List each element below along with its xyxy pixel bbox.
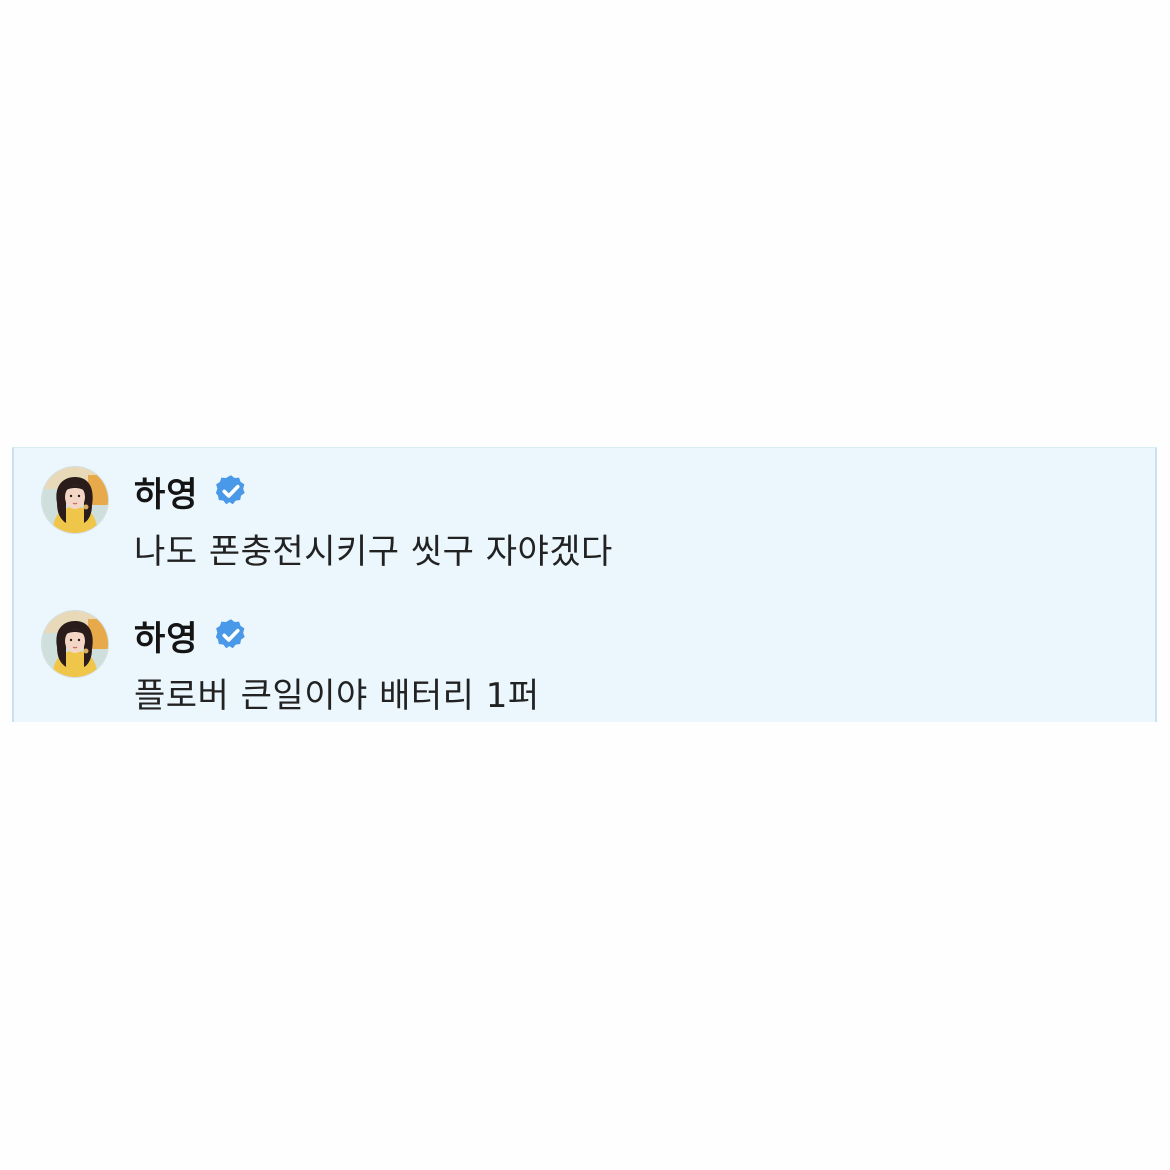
- message-item: 하영 나도 폰충전시키구 씻구 자야겠다: [14, 462, 1155, 592]
- author-row: 하영: [134, 466, 249, 516]
- verified-badge-icon: [215, 619, 245, 649]
- message-text: 나도 폰충전시키구 씻구 자야겠다: [134, 532, 613, 572]
- avatar[interactable]: [42, 611, 108, 677]
- author-name[interactable]: 하영: [134, 611, 199, 660]
- message-text: 플로버 큰일이야 배터리 1퍼: [134, 676, 540, 716]
- message-item: 하영 플로버 큰일이야 배터리 1퍼: [14, 606, 1155, 736]
- profile-photo-icon: [42, 611, 108, 677]
- profile-photo-icon: [42, 467, 108, 533]
- verified-badge-icon: [215, 475, 245, 505]
- author-row: 하영: [134, 610, 249, 660]
- message-thread-panel: 하영 나도 폰충전시키구 씻구 자야겠다 하영 플로버 큰일이야 배터리 1퍼: [12, 447, 1157, 722]
- author-name[interactable]: 하영: [134, 467, 199, 516]
- avatar[interactable]: [42, 467, 108, 533]
